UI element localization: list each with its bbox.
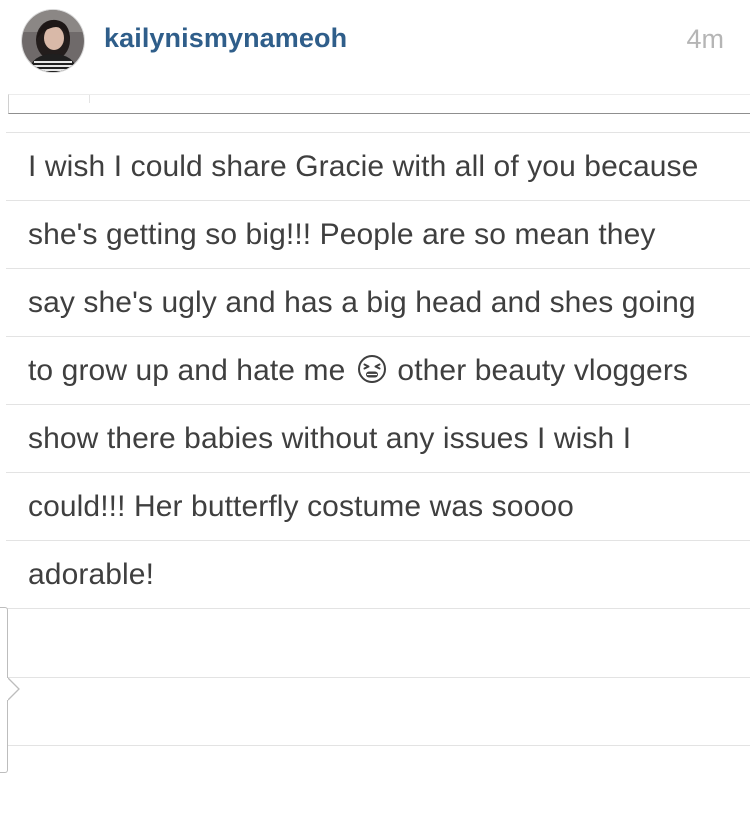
caption-text: adorable! — [28, 558, 154, 591]
caption-text: I wish I could share Gracie with all of … — [28, 150, 699, 183]
chevron-right-icon[interactable] — [2, 677, 20, 701]
profile-photo-icon — [22, 10, 84, 72]
caption-text: could!!! Her butterfly costume was soooo — [28, 490, 574, 523]
caption-line: say she's ugly and has a big head and sh… — [6, 268, 750, 336]
caption-line: could!!! Her butterfly costume was soooo — [6, 472, 750, 540]
caption-segment: to grow up and hate me — [28, 354, 346, 387]
caption-line: I wish I could share Gracie with all of … — [6, 132, 750, 200]
caption-line: to grow up and hate me other beauty vlog… — [6, 336, 750, 404]
empty-row — [6, 677, 750, 746]
post-timestamp: 4m — [686, 24, 724, 54]
username-link[interactable]: kailynismynameoh — [104, 23, 347, 54]
caption-text-with-emoji: to grow up and hate me other beauty vlog… — [28, 354, 688, 392]
post-header: kailynismynameoh 4m — [0, 0, 750, 86]
caption-segment: other beauty vloggers — [397, 354, 689, 387]
caption-line: adorable! — [6, 540, 750, 608]
divider — [89, 95, 90, 103]
caption-text: she's getting so big!!! People are so me… — [28, 218, 656, 251]
caption-text: show there babies without any issues I w… — [28, 422, 632, 455]
previous-comment-fragment — [8, 94, 750, 114]
caption: I wish I could share Gracie with all of … — [0, 132, 750, 746]
tired-face-emoji-icon — [357, 354, 387, 392]
caption-line: she's getting so big!!! People are so me… — [6, 200, 750, 268]
caption-line: show there babies without any issues I w… — [6, 404, 750, 472]
caption-text: say she's ugly and has a big head and sh… — [28, 286, 696, 319]
avatar[interactable] — [22, 10, 84, 72]
empty-row — [6, 608, 750, 677]
